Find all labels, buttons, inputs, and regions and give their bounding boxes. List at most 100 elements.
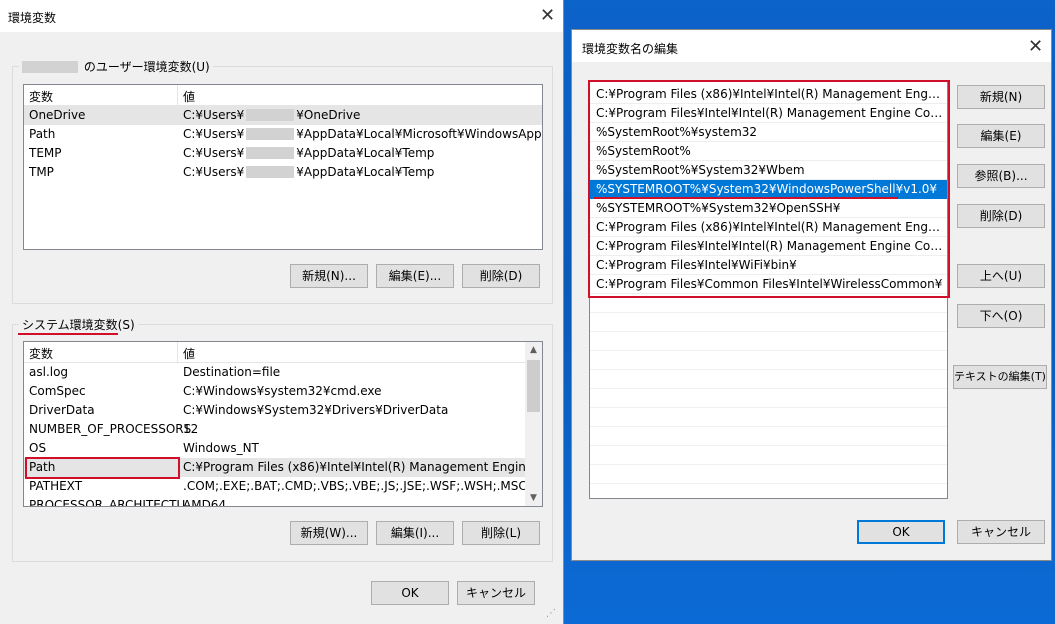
move-down-button[interactable]: 下へ(O) [957,304,1045,328]
username-mask [22,61,78,73]
table-row[interactable]: TEMP C:¥Users¥ ¥AppData¥Local¥Temp [24,144,542,163]
list-item[interactable]: %SYSTEMROOT%¥System32¥OpenSSH¥ [590,199,947,218]
empty-list-row[interactable] [590,389,947,408]
list-item[interactable]: %SystemRoot%¥system32 [590,123,947,142]
dialog-title: 環境変数名の編集 [582,42,679,56]
cancel-button[interactable]: キャンセル [957,520,1045,544]
table-row[interactable]: PATHEXT .COM;.EXE;.BAT;.CMD;.VBS;.VBE;.JS… [24,477,525,496]
variable-name: PATHEXT [29,479,83,493]
table-row[interactable]: OneDrive C:¥Users¥ ¥OneDrive [24,106,542,125]
variable-name: Path [29,460,56,474]
variable-value: C:¥Windows¥system32¥cmd.exe [183,384,382,398]
variable-value: C:¥Users¥ ¥AppData¥Local¥Temp [183,146,435,160]
empty-list-row[interactable] [590,313,947,332]
table-row[interactable]: NUMBER_OF_PROCESSORS 12 [24,420,525,439]
list-item[interactable]: %SystemRoot%¥System32¥Wbem [590,161,947,180]
list-item[interactable]: C:¥Program Files¥Common Files¥Intel¥Wire… [590,275,947,294]
list-header: 変数 値 [24,85,542,106]
empty-list-row[interactable] [590,465,947,484]
system-edit-button[interactable]: 編集(I)... [376,521,454,545]
user-variables-list[interactable]: 変数 値 OneDrive C:¥Users¥ ¥OneDrive Path C:¥Us… [23,84,543,250]
table-row[interactable]: Path C:¥Users¥ ¥AppData¥Local¥Microsoft¥Wi… [24,125,542,144]
cancel-button[interactable]: キャンセル [457,581,535,605]
system-delete-button[interactable]: 削除(L) [462,521,540,545]
vertical-scrollbar[interactable]: ▲ ▼ [525,342,542,506]
system-variables-label: システム環境変数(S) [22,318,135,332]
system-variables-list[interactable]: 変数 値 asl.log Destination=file ComSpec C:¥Wi… [23,341,543,507]
list-item[interactable]: C:¥Program Files¥Intel¥Intel(R) Manageme… [590,237,947,256]
username-mask [246,147,295,159]
title-bar: 環境変数 ✕ [0,0,563,32]
column-header-variable[interactable]: 変数 [29,345,53,362]
list-item[interactable]: %SYSTEMROOT%¥System32¥WindowsPowerShell¥… [590,180,947,199]
variable-name: PROCESSOR_ARCHITECTU [29,498,186,507]
list-item[interactable]: C:¥Program Files¥Intel¥Intel(R) Manageme… [590,104,947,123]
table-row[interactable]: OS Windows_NT [24,439,525,458]
table-row[interactable]: TMP C:¥Users¥ ¥AppData¥Local¥Temp [24,163,542,182]
table-row[interactable]: PROCESSOR_ARCHITECTU AMD64 [24,496,525,507]
ok-button[interactable]: OK [371,581,449,605]
empty-list-row[interactable] [590,351,947,370]
variable-name: Path [29,127,56,141]
system-new-button[interactable]: 新規(W)... [290,521,368,545]
environment-variables-dialog: 環境変数 ✕ のユーザー環境変数(U) 変数 値 OneDrive C:¥User… [0,0,563,624]
ok-button[interactable]: OK [857,520,945,544]
title-bar: 環境変数名の編集 ✕ [572,30,1051,62]
empty-list-row[interactable] [590,427,947,446]
dialog-title: 環境変数 [8,11,57,25]
variable-name: TEMP [29,146,62,160]
variable-value: C:¥Users¥ ¥OneDrive [183,108,361,122]
edit-path-button[interactable]: 編集(E) [957,124,1045,148]
edit-environment-variable-dialog: 環境変数名の編集 ✕ C:¥Program Files (x86)¥Intel¥… [572,30,1051,560]
delete-path-button[interactable]: 削除(D) [957,204,1045,228]
edit-text-button[interactable]: テキストの編集(T)... [953,365,1047,389]
empty-list-row[interactable] [590,370,947,389]
browse-button[interactable]: 参照(B)... [957,164,1045,188]
column-header-value[interactable]: 値 [183,345,195,362]
list-item[interactable]: C:¥Program Files (x86)¥Intel¥Intel(R) Ma… [590,85,947,104]
list-item[interactable]: C:¥Program Files¥Intel¥WiFi¥bin¥ [590,256,947,275]
table-row[interactable]: DriverData C:¥Windows¥System32¥Drivers¥Dr… [24,401,525,420]
variable-value: .COM;.EXE;.BAT;.CMD;.VBS;.VBE;.JS;.JSE;.… [183,479,525,493]
user-edit-button[interactable]: 編集(E)... [376,264,454,288]
empty-list-row[interactable] [590,294,947,313]
table-row[interactable]: asl.log Destination=file [24,363,525,382]
variable-value: C:¥Users¥ ¥AppData¥Local¥Microsoft¥Window… [183,127,542,141]
empty-list-row[interactable] [590,408,947,427]
column-header-value[interactable]: 値 [183,88,195,105]
move-up-button[interactable]: 上へ(U) [957,264,1045,288]
variable-name: ComSpec [29,384,86,398]
new-path-button[interactable]: 新規(N) [957,85,1045,109]
variable-value: C:¥Windows¥System32¥Drivers¥DriverData [183,403,449,417]
empty-list-row[interactable] [590,446,947,465]
list-item[interactable]: C:¥Program Files (x86)¥Intel¥Intel(R) Ma… [590,218,947,237]
variable-value: 12 [183,422,199,436]
table-row[interactable]: ComSpec C:¥Windows¥system32¥cmd.exe [24,382,525,401]
username-mask [246,109,295,121]
resize-grip-icon[interactable]: ⋰ [546,608,560,622]
variable-name: NUMBER_OF_PROCESSORS [29,422,192,436]
close-icon[interactable]: ✕ [1028,38,1043,56]
empty-list-row[interactable] [590,332,947,351]
variable-value: Destination=file [183,365,281,379]
list-header: 変数 値 [24,342,542,363]
column-header-variable[interactable]: 変数 [29,88,53,105]
variable-name: asl.log [29,365,69,379]
username-mask [246,166,295,178]
close-icon[interactable]: ✕ [540,7,555,25]
scrollbar-thumb[interactable] [527,360,540,412]
username-mask [246,128,295,140]
variable-value: AMD64 [183,498,227,507]
variable-name: TMP [29,165,54,179]
table-row[interactable]: Path C:¥Program Files (x86)¥Intel¥Intel(R… [24,458,525,477]
user-variables-label: のユーザー環境変数(U) [19,58,213,75]
user-new-button[interactable]: 新規(N)... [290,264,368,288]
scroll-up-icon[interactable]: ▲ [525,345,542,355]
variable-value: Windows_NT [183,441,259,455]
path-list[interactable]: C:¥Program Files (x86)¥Intel¥Intel(R) Ma… [589,81,948,499]
variable-value: C:¥Users¥ ¥AppData¥Local¥Temp [183,165,435,179]
scroll-down-icon[interactable]: ▼ [525,493,542,503]
list-item[interactable]: %SystemRoot% [590,142,947,161]
variable-name: OneDrive [29,108,86,122]
user-delete-button[interactable]: 削除(D) [462,264,540,288]
